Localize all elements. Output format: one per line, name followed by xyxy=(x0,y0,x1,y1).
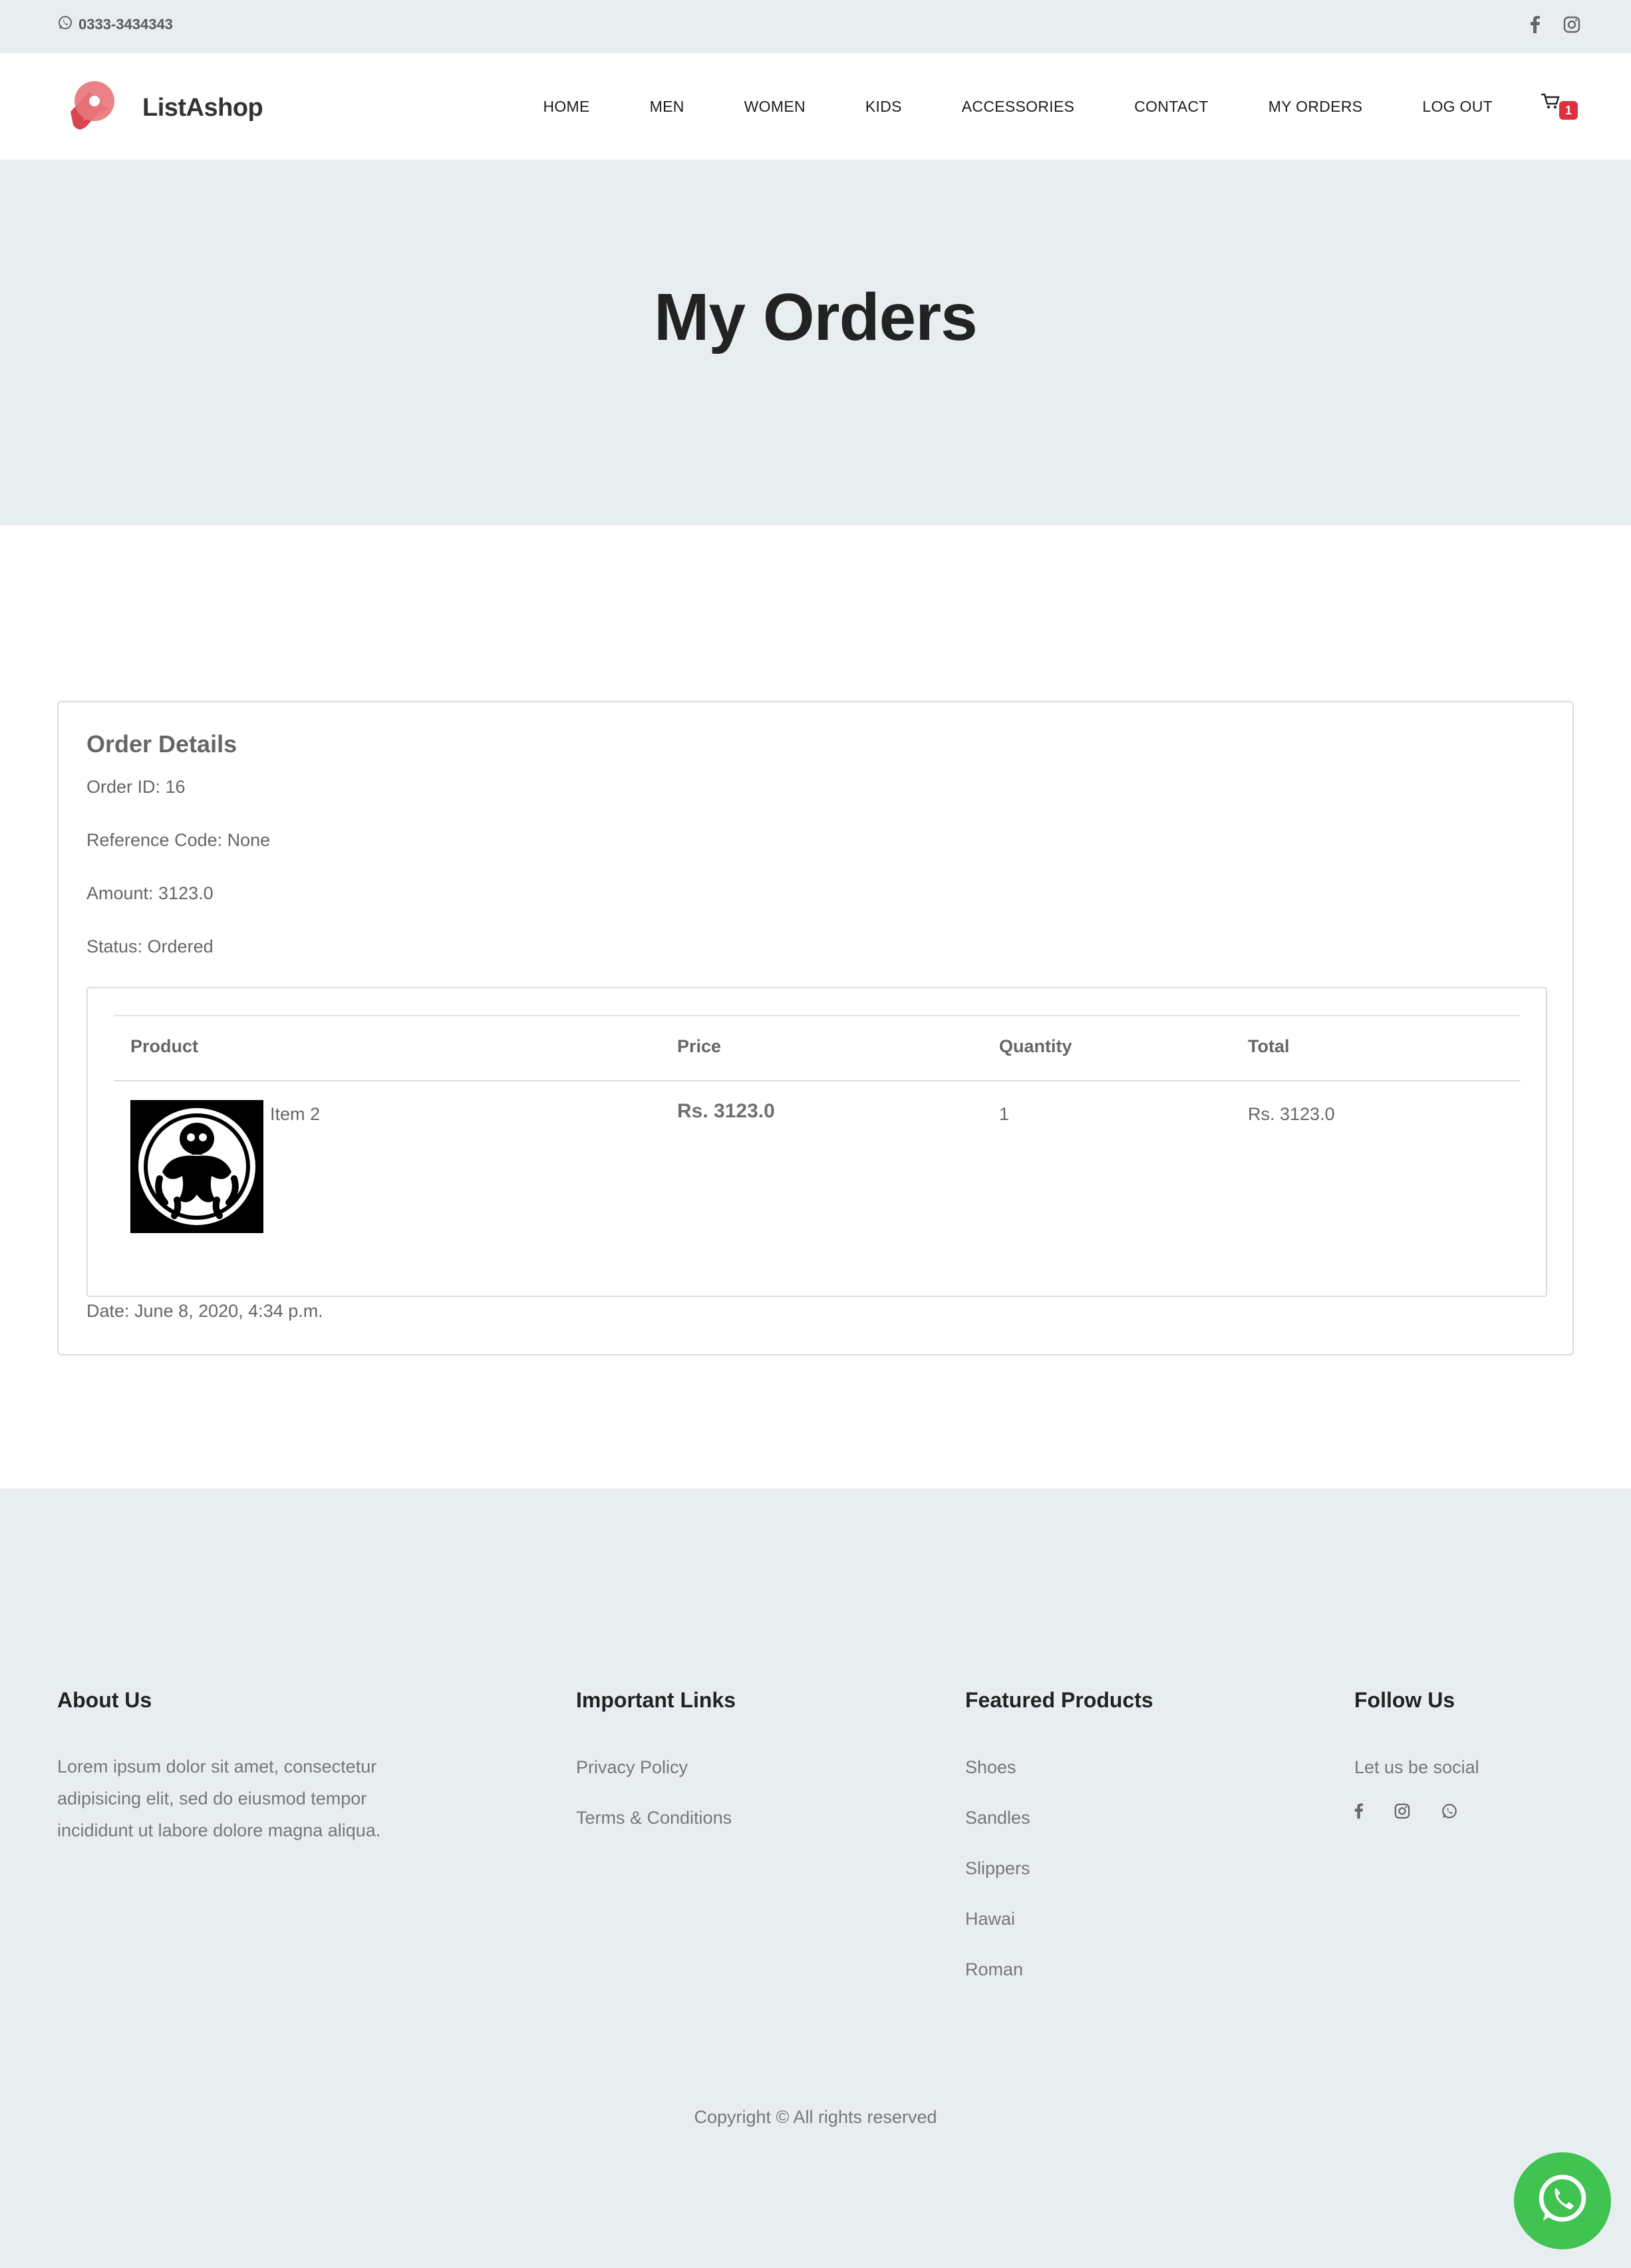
order-details-card: Order Details Order ID: 16 Reference Cod… xyxy=(57,701,1574,1355)
table-row: Item 2 Rs. 3123.0 1 Rs. 3123.0 xyxy=(114,1083,1521,1242)
cart-icon xyxy=(1541,93,1560,113)
logo-icon xyxy=(57,72,126,144)
footer-product-sandles[interactable]: Sandles xyxy=(965,1808,1030,1828)
nav-accessories[interactable]: ACCESSORIES xyxy=(962,98,1074,116)
footer-follow-us: Follow Us Let us be social xyxy=(1354,1688,1479,1819)
copyright-text: Copyright © All rights reserved xyxy=(694,2107,937,2127)
footer-links-title: Important Links xyxy=(576,1688,736,1712)
nav-log-out[interactable]: LOG OUT xyxy=(1422,98,1493,116)
footer-link-terms[interactable]: Terms & Conditions xyxy=(576,1808,732,1828)
whatsapp-icon xyxy=(57,15,73,35)
site-footer: About Us Lorem ipsum dolor sit amet, con… xyxy=(0,1488,1631,2268)
footer-featured-products: Featured Products Shoes Sandles Slippers… xyxy=(965,1688,1153,1979)
footer-product-hawai[interactable]: Hawai xyxy=(965,1909,1015,1929)
product-quantity: 1 xyxy=(999,1104,1010,1124)
nav-kids[interactable]: KIDS xyxy=(865,98,902,116)
product-total: Rs. 3123.0 xyxy=(1248,1104,1335,1124)
facebook-icon[interactable] xyxy=(1354,1802,1364,1823)
order-details-title: Order Details xyxy=(86,730,237,758)
footer-featured-title: Featured Products xyxy=(965,1688,1153,1712)
order-items-table: Product Price Quantity Total Item 2 Rs. … xyxy=(86,987,1547,1297)
order-id: Order ID: 16 xyxy=(86,777,186,797)
footer-product-shoes[interactable]: Shoes xyxy=(965,1757,1016,1778)
footer-follow-text: Let us be social xyxy=(1354,1757,1479,1777)
brand-name: ListAshop xyxy=(142,94,263,122)
nav-contact[interactable]: CONTACT xyxy=(1134,98,1209,116)
instagram-icon[interactable] xyxy=(1563,16,1580,37)
footer-about: About Us Lorem ipsum dolor sit amet, con… xyxy=(57,1688,380,1840)
order-amount: Amount: 3123.0 xyxy=(86,883,214,903)
main-header: ListAshop HOME MEN WOMEN KIDS ACCESSORIE… xyxy=(17,53,1614,160)
reference-code: Reference Code: None xyxy=(86,830,271,850)
footer-link-privacy[interactable]: Privacy Policy xyxy=(576,1757,688,1778)
footer-social-icons xyxy=(1354,1802,1458,1823)
footer-about-title: About Us xyxy=(57,1688,152,1712)
brand-logo[interactable]: ListAshop xyxy=(57,72,263,144)
cart-button[interactable]: 1 xyxy=(1541,93,1578,120)
order-status: Status: Ordered xyxy=(86,936,214,956)
whatsapp-icon xyxy=(1533,2170,1592,2233)
table-header: Product Price Quantity Total xyxy=(114,1015,1521,1081)
footer-about-text: Lorem ipsum dolor sit amet, consectetur … xyxy=(57,1757,381,1840)
nav-home[interactable]: HOME xyxy=(543,98,589,116)
order-date: Date: June 8, 2020, 4:34 p.m. xyxy=(86,1301,323,1321)
main-nav: HOME MEN WOMEN KIDS ACCESSORIES CONTACT … xyxy=(543,53,1578,160)
nav-men[interactable]: MEN xyxy=(650,98,684,116)
product-price: Rs. 3123.0 xyxy=(677,1100,775,1122)
phone-contact[interactable]: 0333-3434343 xyxy=(57,15,173,35)
product-name[interactable]: Item 2 xyxy=(270,1104,320,1125)
whatsapp-float-button[interactable] xyxy=(1514,2152,1611,2249)
phone-number: 0333-3434343 xyxy=(78,16,173,33)
top-bar: 0333-3434343 xyxy=(0,0,1631,53)
column-header-quantity: Quantity xyxy=(999,1036,1072,1056)
instagram-icon[interactable] xyxy=(1394,1803,1410,1822)
facebook-icon[interactable] xyxy=(1530,16,1541,37)
page-title: My Orders xyxy=(654,280,978,354)
footer-important-links: Important Links Privacy Policy Terms & C… xyxy=(576,1688,736,1828)
cart-count-badge: 1 xyxy=(1559,101,1578,120)
footer-product-slippers[interactable]: Slippers xyxy=(965,1858,1030,1879)
footer-product-roman[interactable]: Roman xyxy=(965,1959,1023,1980)
footer-follow-title: Follow Us xyxy=(1354,1688,1455,1712)
nav-women[interactable]: WOMEN xyxy=(744,98,806,116)
column-header-total: Total xyxy=(1248,1036,1290,1056)
product-image[interactable] xyxy=(130,1100,263,1233)
column-header-price: Price xyxy=(677,1036,722,1056)
column-header-product: Product xyxy=(130,1036,199,1056)
top-social-links xyxy=(1530,16,1580,37)
nav-my-orders[interactable]: MY ORDERS xyxy=(1268,98,1363,116)
page-hero: My Orders xyxy=(0,160,1631,525)
whatsapp-icon[interactable] xyxy=(1441,1802,1458,1823)
